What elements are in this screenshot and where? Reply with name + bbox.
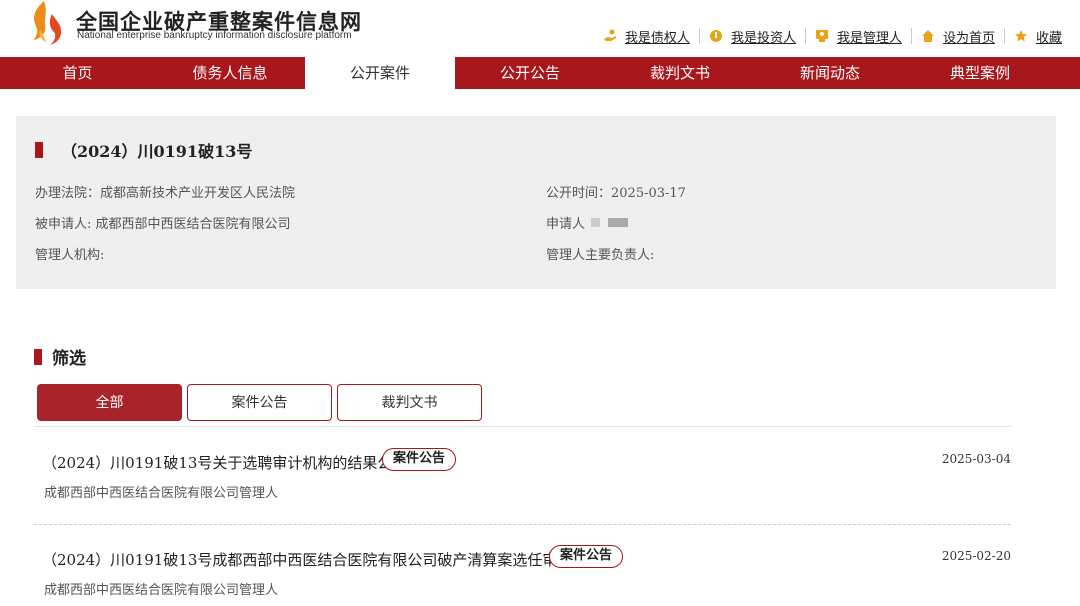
publish-time: 公开时间：2025-03-17 [546, 186, 686, 201]
redacted-block [591, 218, 601, 227]
notice-date: 2025-02-20 [941, 549, 1011, 563]
respondent-info: 被申请人: 成都西部中西医结合医院有限公司 [35, 217, 291, 232]
notice-publisher: 成都西部中西医结合医院有限公司管理人 [44, 486, 279, 501]
nav-debtor-info[interactable]: 债务人信息 [155, 57, 305, 89]
top-link-bookmark[interactable]: 收藏 [1005, 28, 1062, 46]
tab-judgments[interactable]: 裁判文书 [337, 384, 482, 421]
notice-title[interactable]: （2024）川0191破13号关于选聘审计机构的结果公示 [42, 452, 407, 473]
top-link-investor[interactable]: 我是投资人 [700, 28, 806, 46]
filter-title: 筛选 [52, 349, 86, 369]
nav-public-cases[interactable]: 公开案件 [305, 57, 455, 89]
top-link-creditor[interactable]: 我是债权人 [594, 28, 700, 46]
filter-tabs: 全部 案件公告 裁判文书 [37, 384, 487, 421]
top-link-label: 我是债权人 [624, 30, 690, 46]
nav-public-notices[interactable]: 公开公告 [455, 57, 605, 89]
filter-heading: 筛选 [34, 344, 86, 369]
administrator-head: 管理人主要负责人: [546, 248, 655, 263]
notice-publisher: 成都西部中西医结合医院有限公司管理人 [44, 583, 279, 598]
top-links: 我是债权人 我是投资人 我是管理人 设为首页 收藏 [594, 28, 1062, 46]
nav-news[interactable]: 新闻动态 [755, 57, 905, 89]
list-item: （2024）川0191破13号关于选聘审计机构的结果公示 案件公告 2025-0… [34, 448, 1011, 512]
title-marker [34, 348, 42, 365]
case-title: （2024）川0191破13号 [35, 138, 252, 162]
home-icon [921, 30, 934, 42]
notice-type-badge: 案件公告 [549, 545, 624, 568]
top-link-label: 设为首页 [942, 30, 995, 46]
hand-coin-icon [603, 29, 616, 41]
notice-type-badge: 案件公告 [382, 448, 457, 471]
notice-date: 2025-03-04 [941, 452, 1011, 466]
title-marker [35, 142, 43, 158]
notice-title[interactable]: （2024）川0191破13号成都西部中西医结合医院有限公司破产清算案选任审计.… [42, 549, 582, 570]
nav-home[interactable]: 首页 [0, 57, 155, 89]
list-item: （2024）川0191破13号成都西部中西医结合医院有限公司破产清算案选任审计.… [34, 545, 1011, 606]
case-info-panel: （2024）川0191破13号 办理法院：成都高新技术产业开发区人民法院 公开时… [16, 116, 1056, 289]
administrator-org: 管理人机构: [35, 248, 105, 263]
top-link-manager[interactable]: 我是管理人 [806, 28, 912, 46]
divider [34, 524, 1011, 525]
divider [34, 426, 1011, 427]
court-info: 办理法院：成都高新技术产业开发区人民法院 [35, 186, 296, 201]
coin-icon [709, 30, 722, 42]
manager-badge-icon [815, 30, 828, 42]
top-link-set-homepage[interactable]: 设为首页 [912, 28, 1005, 46]
tab-all[interactable]: 全部 [37, 384, 182, 421]
top-link-label: 收藏 [1035, 30, 1062, 46]
nav-typical-cases[interactable]: 典型案例 [905, 57, 1055, 89]
site-header: 全国企业破产重整案件信息网 National enterprise bankru… [0, 0, 1080, 57]
applicant-info: 申请人 [546, 213, 629, 232]
top-link-label: 我是管理人 [836, 30, 902, 46]
star-icon [1014, 30, 1027, 42]
top-link-label: 我是投资人 [730, 30, 796, 46]
redacted-block [608, 218, 629, 227]
case-number: （2024）川0191破13号 [61, 142, 253, 161]
tab-case-notices[interactable]: 案件公告 [187, 384, 332, 421]
applicant-label: 申请人 [546, 217, 586, 232]
main-nav: 首页 债务人信息 公开案件 公开公告 裁判文书 新闻动态 典型案例 [0, 57, 1080, 89]
site-subtitle: National enterprise bankruptcy informati… [77, 30, 352, 41]
nav-judgments[interactable]: 裁判文书 [605, 57, 755, 89]
flame-logo-icon[interactable] [30, 0, 64, 46]
